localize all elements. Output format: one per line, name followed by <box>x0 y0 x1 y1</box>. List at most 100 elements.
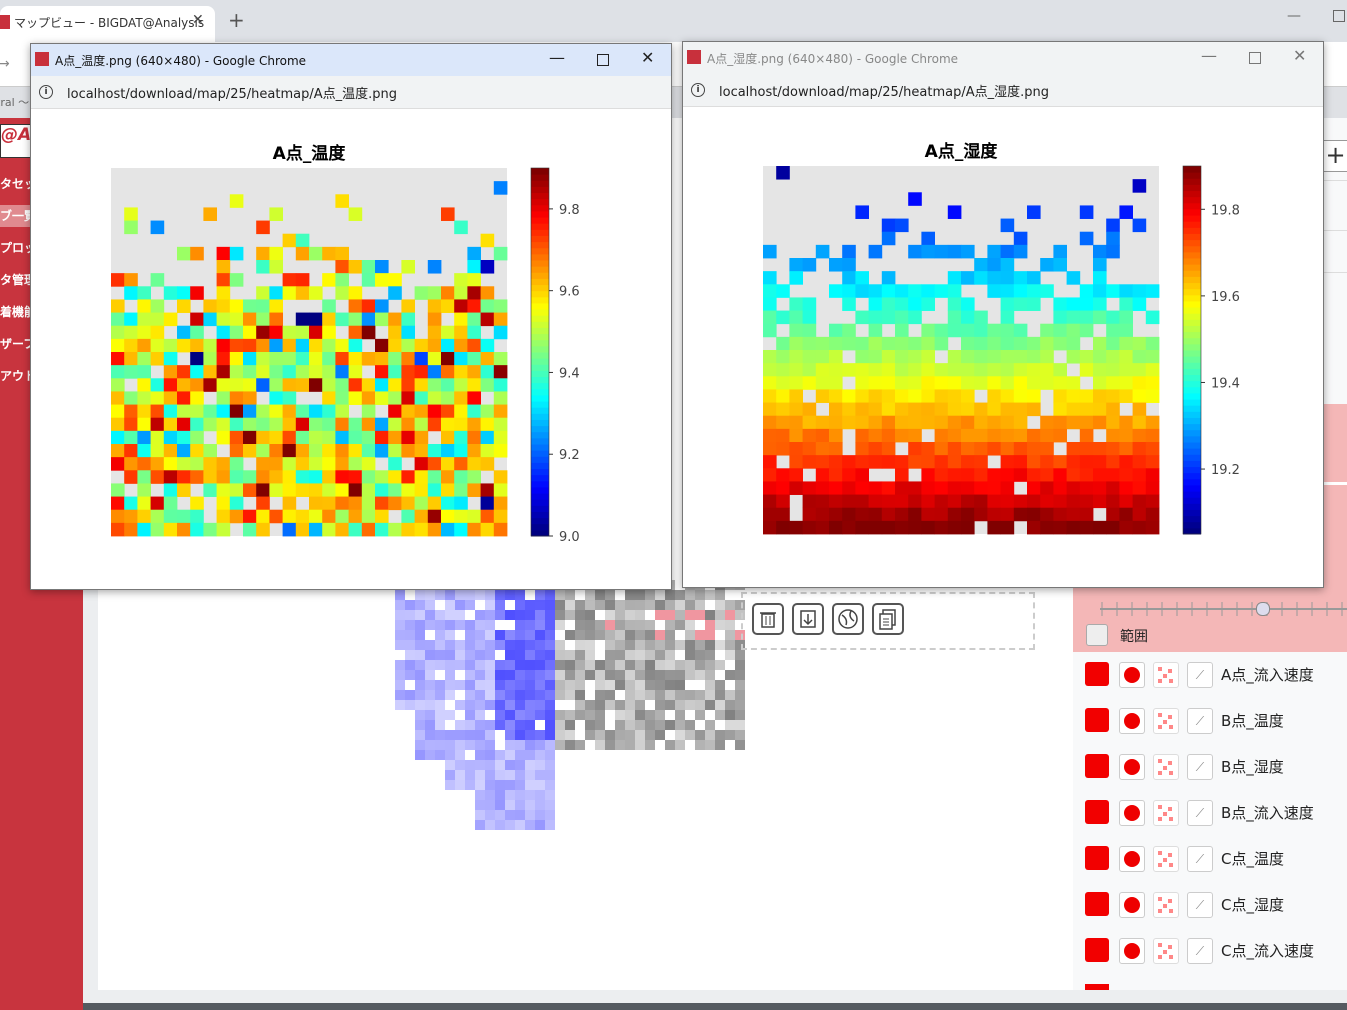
new-tab-button[interactable]: + <box>228 8 245 32</box>
sidebar-item-view-list[interactable]: ブ一覧 <box>0 205 32 227</box>
heatmap-cell <box>1079 323 1094 338</box>
heatmap-style-icon[interactable] <box>1153 708 1179 734</box>
heatmap-style-icon[interactable] <box>1153 892 1179 918</box>
layer-color-swatch[interactable] <box>1085 938 1109 962</box>
point-style-icon[interactable] <box>1119 662 1145 688</box>
sidebar-item-logout[interactable]: アウト <box>0 365 32 387</box>
layer-color-swatch[interactable] <box>1085 846 1109 870</box>
heatmap-cell <box>1040 350 1054 364</box>
minimize-button[interactable]: — <box>549 48 565 67</box>
browser-tab[interactable]: マップビュー - BIGDAT@Analysis ✕ <box>0 6 215 42</box>
map-cell <box>495 710 505 720</box>
heatmap-cell <box>348 457 363 471</box>
sidebar-item-user[interactable]: ザーフ <box>0 333 32 355</box>
layer-row[interactable]: ⟋ B点_湿度 <box>1073 748 1347 794</box>
layer-color-swatch[interactable] <box>1085 708 1109 732</box>
maximize-button[interactable] <box>1249 52 1261 64</box>
heatmap-cell <box>1132 442 1147 456</box>
trend-chart-icon[interactable]: ⟋ <box>1187 800 1213 826</box>
heatmap-cell <box>1106 389 1120 403</box>
heatmap-cell <box>1106 218 1120 233</box>
heatmap-cell <box>1119 323 1133 338</box>
heatmap-cell <box>881 428 896 443</box>
layer-color-swatch[interactable] <box>1085 892 1109 916</box>
range-checkbox[interactable] <box>1086 624 1108 646</box>
map-cell <box>465 710 475 720</box>
close-button[interactable]: ✕ <box>641 48 654 67</box>
layer-color-swatch[interactable] <box>1085 662 1109 686</box>
trend-chart-icon[interactable]: ⟋ <box>1187 938 1213 964</box>
trend-chart-icon[interactable]: ⟋ <box>1187 846 1213 872</box>
popup-window-humidity[interactable]: A点_湿度.png (640×480) - Google Chrome — ✕ … <box>682 41 1324 588</box>
map-cell <box>545 690 555 700</box>
map-cell <box>685 640 695 650</box>
colorbar-segment <box>1183 251 1201 259</box>
trend-chart-icon[interactable]: ⟋ <box>1187 708 1213 734</box>
minimize-button[interactable]: — <box>1287 8 1301 24</box>
heatmap-cell <box>111 299 125 313</box>
point-style-icon[interactable] <box>1119 754 1145 780</box>
popup-url[interactable]: localhost/download/map/25/heatmap/A点_温度.… <box>67 83 397 102</box>
heatmap-style-icon[interactable] <box>1153 938 1179 964</box>
maximize-button[interactable] <box>1333 10 1345 22</box>
bottom-scrollbar[interactable] <box>83 1003 1347 1010</box>
map-cell <box>595 730 605 740</box>
map-cell <box>505 640 515 650</box>
maximize-button[interactable] <box>597 54 609 66</box>
point-style-icon[interactable] <box>1119 708 1145 734</box>
popup-window-temperature[interactable]: A点_温度.png (640×480) - Google Chrome — ✕ … <box>30 43 672 590</box>
point-style-icon[interactable] <box>1119 800 1145 826</box>
heatmap-cell <box>216 312 231 327</box>
heatmap-cell <box>282 417 297 432</box>
layer-row[interactable]: ⟋ C点_湿度 <box>1073 886 1347 932</box>
heatmap-style-icon[interactable] <box>1153 754 1179 780</box>
popup-title-bar[interactable]: A点_温度.png (640×480) - Google Chrome — ✕ <box>31 44 671 76</box>
close-button[interactable]: ✕ <box>1293 46 1306 65</box>
layer-color-swatch[interactable] <box>1085 984 1109 990</box>
minimize-button[interactable]: — <box>1201 46 1217 65</box>
info-icon[interactable]: i <box>691 83 705 97</box>
slider-thumb[interactable] <box>1256 602 1271 616</box>
layer-row[interactable]: ⟋ B点_温度 <box>1073 702 1347 748</box>
point-style-icon[interactable] <box>1119 892 1145 918</box>
heatmap-style-icon[interactable] <box>1153 662 1179 688</box>
layer-row[interactable]: ⟋ B点_流入速度 <box>1073 794 1347 840</box>
heatmap-cell <box>789 297 803 311</box>
forward-icon[interactable]: → <box>0 56 10 72</box>
popup-url[interactable]: localhost/download/map/25/heatmap/A点_湿度.… <box>719 81 1049 100</box>
trash-icon[interactable] <box>752 603 784 635</box>
layer-row[interactable]: ⟋ C点_温度 <box>1073 840 1347 886</box>
point-style-icon[interactable] <box>1119 938 1145 964</box>
layer-color-swatch[interactable] <box>1085 800 1109 824</box>
add-layer-button[interactable]: + <box>1322 140 1347 172</box>
app-logo[interactable]: @An <box>0 124 34 158</box>
trend-chart-icon[interactable]: ⟋ <box>1187 662 1213 688</box>
heatmap-style-icon[interactable] <box>1153 846 1179 872</box>
layer-row[interactable]: ⟋ A点_流入速度 <box>1073 656 1347 702</box>
sidebar-item-dataset[interactable]: タセッ <box>0 173 32 195</box>
layer-row[interactable]: ⟋ C点_流入速度 <box>1073 932 1347 978</box>
layer-color-swatch[interactable] <box>1085 754 1109 778</box>
sidebar-item-plot[interactable]: プロッ <box>0 237 32 259</box>
sidebar-item-data-management[interactable]: タ管理 <box>0 269 32 291</box>
tab-close-icon[interactable]: ✕ <box>192 12 204 28</box>
point-style-icon[interactable] <box>1119 846 1145 872</box>
popup-address-bar[interactable]: i localhost/download/map/25/heatmap/A点_湿… <box>683 74 1323 107</box>
map-heatmap-overlay[interactable] <box>395 580 755 830</box>
sidebar-item-attach[interactable]: 着機能 <box>0 301 32 323</box>
heatmap-cell <box>177 430 191 445</box>
bookmark-item[interactable]: tral 〜 <box>0 94 29 110</box>
popup-title-bar[interactable]: A点_湿度.png (640×480) - Google Chrome — ✕ <box>683 42 1323 74</box>
map-cell <box>495 660 505 670</box>
trend-chart-icon[interactable]: ⟋ <box>1187 892 1213 918</box>
heatmap-cell <box>480 404 495 419</box>
globe-icon[interactable] <box>832 603 864 635</box>
heatmap-cell <box>1119 520 1133 535</box>
copy-icon[interactable] <box>872 603 904 635</box>
download-icon[interactable] <box>792 603 824 635</box>
trend-chart-icon[interactable]: ⟋ <box>1187 754 1213 780</box>
heatmap-cell <box>1119 350 1133 364</box>
info-icon[interactable]: i <box>39 85 53 99</box>
heatmap-style-icon[interactable] <box>1153 800 1179 826</box>
popup-address-bar[interactable]: i localhost/download/map/25/heatmap/A点_温… <box>31 76 671 109</box>
